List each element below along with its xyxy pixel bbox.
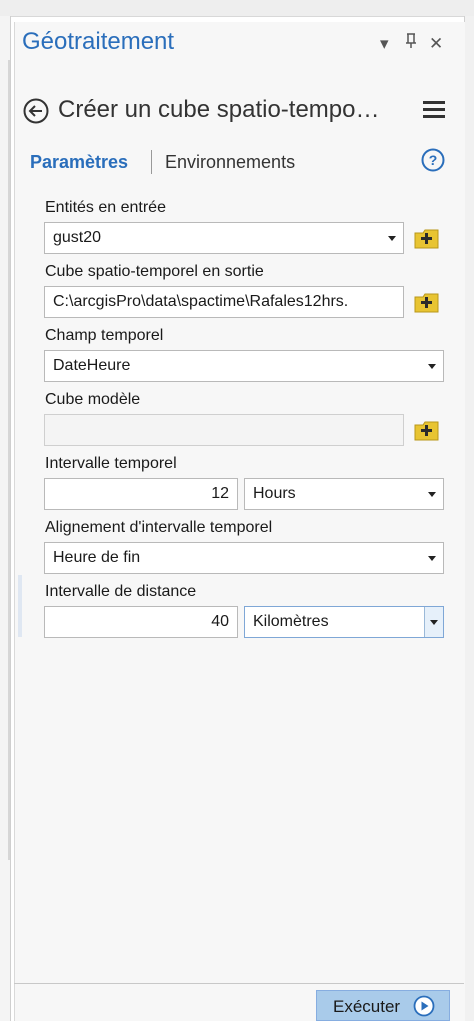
template-cube-label: Cube modèle — [45, 391, 141, 408]
distance-interval-value: 40 — [211, 613, 229, 630]
time-interval-label: Intervalle temporel — [45, 455, 177, 472]
input-features-select[interactable]: gust20 — [44, 222, 404, 254]
distance-unit-select[interactable]: Kilomètres — [244, 606, 444, 638]
distance-interval-input[interactable]: 40 — [44, 606, 238, 638]
time-interval-input[interactable]: 12 — [44, 478, 238, 510]
browse-folder-icon[interactable] — [414, 419, 440, 441]
chevron-down-icon — [388, 236, 396, 241]
pane-title: Géotraitement — [22, 28, 175, 55]
back-arrow-icon[interactable] — [23, 98, 49, 124]
dropdown-button[interactable] — [424, 607, 443, 637]
left-splitter[interactable] — [8, 60, 10, 860]
time-alignment-value: Heure de fin — [53, 549, 141, 566]
template-cube-input[interactable] — [44, 414, 404, 446]
menu-icon[interactable] — [423, 101, 445, 119]
time-interval-unit-select[interactable]: Hours — [244, 478, 444, 510]
distance-interval-label: Intervalle de distance — [45, 583, 197, 600]
output-cube-value: C:\arcgisPro\data\spactime\Rafales12hrs. — [53, 293, 349, 310]
run-button[interactable]: Exécuter — [316, 990, 450, 1021]
pane-options-dropdown-icon[interactable]: ▾ — [380, 34, 389, 54]
time-alignment-select[interactable]: Heure de fin — [44, 542, 444, 574]
chevron-down-icon — [428, 492, 436, 497]
time-interval-value: 12 — [211, 485, 229, 502]
time-alignment-label: Alignement d'intervalle temporel — [45, 519, 273, 536]
chevron-down-icon — [428, 556, 436, 561]
tab-parameters[interactable]: Paramètres — [30, 152, 128, 173]
time-interval-unit-value: Hours — [253, 485, 296, 502]
help-icon[interactable]: ? — [421, 148, 445, 172]
footer-divider — [14, 983, 464, 984]
close-icon[interactable]: ✕ — [429, 34, 443, 54]
pin-icon[interactable] — [405, 31, 417, 54]
tab-separator — [151, 150, 152, 174]
run-button-label: Exécuter — [333, 997, 401, 1016]
time-field-label: Champ temporel — [45, 327, 164, 344]
input-features-label: Entités en entrée — [45, 199, 166, 216]
chevron-down-icon — [430, 620, 438, 625]
output-cube-input[interactable]: C:\arcgisPro\data\spactime\Rafales12hrs. — [44, 286, 404, 318]
tab-environments[interactable]: Environnements — [165, 152, 295, 173]
time-field-select[interactable]: DateHeure — [44, 350, 444, 382]
browse-folder-icon[interactable] — [414, 291, 440, 313]
browse-folder-icon[interactable] — [414, 227, 440, 249]
tool-title: Créer un cube spatio-tempo… — [58, 96, 380, 123]
right-window-edge — [464, 16, 474, 1021]
chevron-down-icon — [428, 364, 436, 369]
time-field-value: DateHeure — [53, 357, 131, 374]
window-top-strip — [0, 0, 474, 17]
output-cube-label: Cube spatio-temporel en sortie — [45, 263, 264, 280]
svg-text:?: ? — [429, 152, 438, 168]
run-play-icon — [413, 995, 435, 1017]
input-features-value: gust20 — [53, 229, 102, 246]
distance-unit-value: Kilomètres — [253, 613, 329, 630]
active-parameter-marker — [18, 575, 22, 637]
